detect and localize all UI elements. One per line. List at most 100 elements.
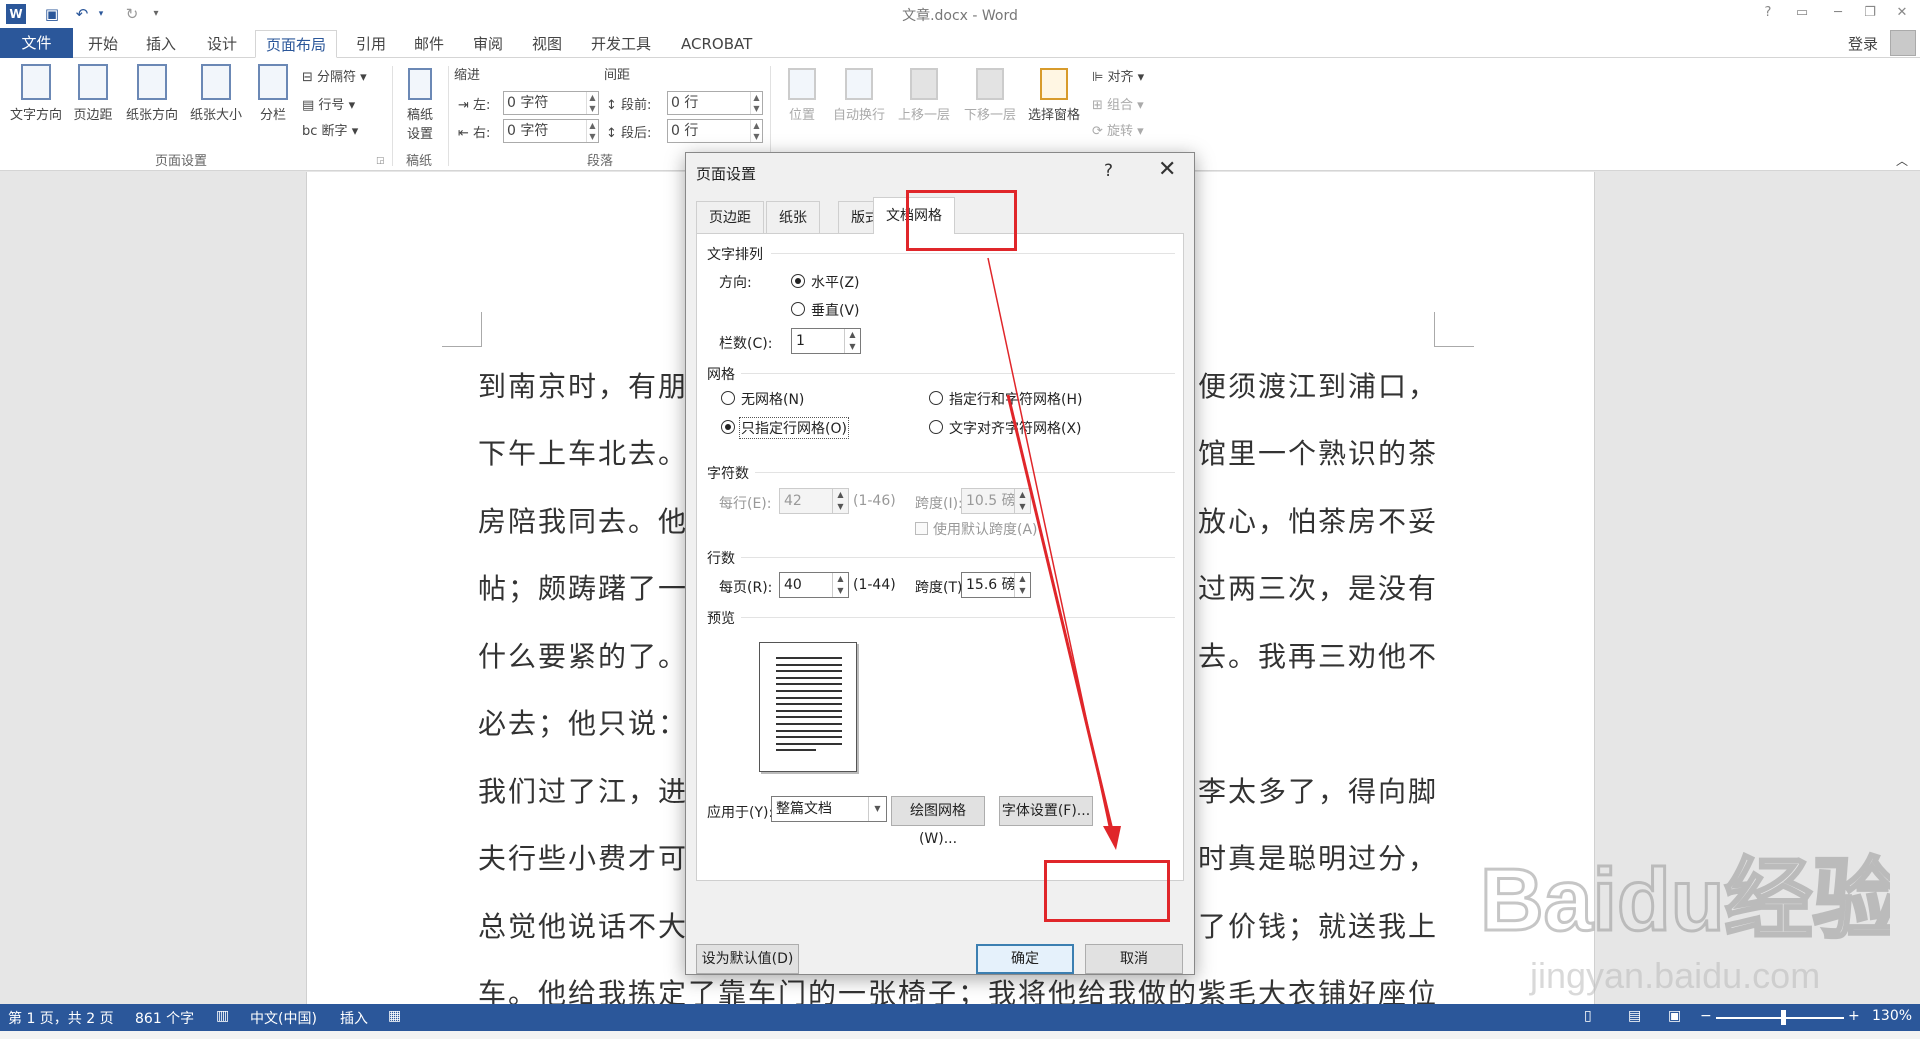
spinner-arrows-icon[interactable]: ▲ ▼ <box>750 120 762 142</box>
rotate-button[interactable]: ⟳ 旋转 ▾ <box>1092 120 1144 139</box>
macro-icon[interactable]: ▦ <box>388 1008 401 1024</box>
draw-grid-button[interactable]: 绘图网格(W)... <box>891 796 985 847</box>
line-pitch-input[interactable]: 15.6 磅 ▲ ▼ <box>961 572 1031 598</box>
cancel-button[interactable]: 取消 <box>1085 944 1183 974</box>
chevron-down-icon[interactable]: ▼ <box>868 797 886 821</box>
position-button[interactable]: 位置 <box>780 68 824 123</box>
breaks-button[interactable]: ⊟ 分隔符 ▾ <box>302 66 367 85</box>
spinner-arrows-icon[interactable]: ▲ ▼ <box>832 489 848 513</box>
preview-line <box>776 709 842 712</box>
wrap-text-icon <box>845 68 873 100</box>
ok-button[interactable]: 确定 <box>976 944 1074 974</box>
no-grid-radio[interactable] <box>721 391 735 405</box>
spinner-arrows-icon[interactable]: ▲ ▼ <box>586 120 598 142</box>
minimize-icon[interactable]: ─ <box>1826 2 1850 24</box>
apply-to-select[interactable]: 整篇文档 ▼ <box>771 796 887 822</box>
line-numbers-button[interactable]: ▤ 行号 ▾ <box>302 94 355 113</box>
tab-developer[interactable]: 开发工具 <box>581 30 661 58</box>
proofing-icon[interactable]: ▥ <box>216 1008 229 1024</box>
chars-per-line-input[interactable]: 42 ▲ ▼ <box>779 488 849 514</box>
line-grid-only-label[interactable]: 只指定行网格(O) <box>739 417 849 439</box>
spacing-before-input[interactable]: 0 行 ▲ ▼ <box>667 91 763 115</box>
insert-mode[interactable]: 插入 <box>340 1008 368 1028</box>
tab-insert[interactable]: 插入 <box>136 30 186 58</box>
spinner-arrows-icon[interactable]: ▲ ▼ <box>844 329 860 353</box>
font-settings-button[interactable]: 字体设置(F)... <box>999 796 1093 826</box>
selection-pane-button[interactable]: 选择窗格 <box>1022 68 1086 123</box>
spinner-arrows-icon[interactable]: ▲ ▼ <box>1014 489 1030 513</box>
read-mode-icon[interactable]: ▯ <box>1584 1008 1592 1024</box>
spinner-arrows-icon[interactable]: ▲ ▼ <box>586 92 598 114</box>
text-snap-radio[interactable] <box>929 420 943 434</box>
page-setup-launcher-icon[interactable]: ◲ <box>376 156 385 166</box>
tab-view[interactable]: 视图 <box>522 30 572 58</box>
lines-per-page-input[interactable]: 40 ▲ ▼ <box>779 572 849 598</box>
set-default-button[interactable]: 设为默认值(D) <box>696 944 799 974</box>
hyphenation-button[interactable]: bc 断字 ▾ <box>302 120 358 139</box>
tab-acrobat[interactable]: ACROBAT <box>671 30 762 58</box>
manuscript-settings-button[interactable]: 稿纸 设置 <box>400 68 440 142</box>
spacing-after-input[interactable]: 0 行 ▲ ▼ <box>667 119 763 143</box>
columns-label: 栏数(C): <box>719 336 773 352</box>
orientation-button[interactable]: 纸张方向 <box>120 64 184 123</box>
default-pitch-checkbox[interactable] <box>915 522 928 535</box>
sign-in-link[interactable]: 登录 <box>1848 33 1878 54</box>
text-direction-button[interactable]: 文字方向 <box>4 64 68 123</box>
default-pitch-label[interactable]: 使用默认跨度(A) <box>933 519 1038 539</box>
bring-forward-button[interactable]: 上移一层 <box>892 68 956 123</box>
margins-button[interactable]: 页边距 <box>68 64 118 123</box>
tab-file[interactable]: 文件 <box>0 28 73 58</box>
page-count[interactable]: 第 1 页，共 2 页 <box>8 1008 114 1028</box>
ribbon-display-options-icon[interactable]: ▭ <box>1790 2 1814 24</box>
tab-review[interactable]: 审阅 <box>463 30 513 58</box>
tab-design[interactable]: 设计 <box>197 30 247 58</box>
zoom-in-icon[interactable]: + <box>1848 1008 1860 1024</box>
indent-left-input[interactable]: 0 字符 ▲ ▼ <box>503 91 599 115</box>
spinner-arrows-icon[interactable]: ▲ ▼ <box>1014 573 1030 597</box>
tab-margins[interactable]: 页边距 <box>696 201 764 233</box>
spinner-arrows-icon[interactable]: ▲ ▼ <box>750 92 762 114</box>
size-button[interactable]: 纸张大小 <box>184 64 248 123</box>
zoom-slider-thumb[interactable] <box>1781 1010 1786 1025</box>
columns-input[interactable]: 1 ▲ ▼ <box>791 328 861 354</box>
print-layout-icon[interactable]: ▤ <box>1628 1008 1641 1024</box>
char-pitch-input[interactable]: 10.5 磅 ▲ ▼ <box>961 488 1031 514</box>
help-button[interactable]: ? <box>1756 2 1780 24</box>
send-backward-button[interactable]: 下移一层 <box>958 68 1022 123</box>
restore-icon[interactable]: ❐ <box>1858 2 1882 24</box>
zoom-level[interactable]: 130% <box>1872 1008 1912 1024</box>
dialog-close-icon[interactable]: ✕ <box>1158 157 1176 182</box>
collapse-ribbon-icon[interactable]: ︿ <box>1896 152 1908 169</box>
language-indicator[interactable]: 中文(中国) <box>250 1008 317 1028</box>
zoom-slider[interactable] <box>1716 1017 1844 1019</box>
document-line[interactable]: 车。他给我拣定了靠车门的一张椅子；我将他给我做的紫毛大衣铺好座位。 <box>478 972 1438 1004</box>
tab-paper[interactable]: 纸张 <box>766 201 820 233</box>
spinner-arrows-icon[interactable]: ▲ ▼ <box>832 573 848 597</box>
zoom-out-icon[interactable]: − <box>1700 1008 1712 1024</box>
tab-references[interactable]: 引用 <box>346 30 396 58</box>
tab-layout[interactable]: 页面布局 <box>255 30 338 58</box>
line-char-grid-label[interactable]: 指定行和字符网格(H) <box>949 389 1082 409</box>
line-char-grid-radio[interactable] <box>929 391 943 405</box>
word-count[interactable]: 861 个字 <box>135 1008 194 1028</box>
group-button[interactable]: ⊞ 组合 ▾ <box>1092 94 1144 113</box>
align-button[interactable]: ⊫ 对齐 ▾ <box>1092 66 1144 85</box>
vertical-radio[interactable] <box>791 302 805 316</box>
divider <box>741 373 1175 374</box>
preview-heading: 预览 <box>707 611 735 627</box>
indent-right-input[interactable]: 0 字符 ▲ ▼ <box>503 119 599 143</box>
wrap-text-button[interactable]: 自动换行 <box>826 68 892 123</box>
tab-mailings[interactable]: 邮件 <box>404 30 454 58</box>
avatar[interactable] <box>1890 30 1916 56</box>
web-layout-icon[interactable]: ▣ <box>1668 1008 1681 1024</box>
dialog-help-button[interactable]: ? <box>1104 161 1113 181</box>
close-window-icon[interactable]: ✕ <box>1890 2 1914 24</box>
horizontal-label[interactable]: 水平(Z) <box>811 272 860 292</box>
columns-button[interactable]: 分栏 <box>250 64 296 123</box>
vertical-label[interactable]: 垂直(V) <box>811 300 860 320</box>
horizontal-radio[interactable] <box>791 274 805 288</box>
text-snap-label[interactable]: 文字对齐字符网格(X) <box>949 418 1082 438</box>
tab-home[interactable]: 开始 <box>78 30 128 58</box>
no-grid-label[interactable]: 无网格(N) <box>741 389 804 409</box>
line-grid-only-radio[interactable] <box>721 420 735 434</box>
